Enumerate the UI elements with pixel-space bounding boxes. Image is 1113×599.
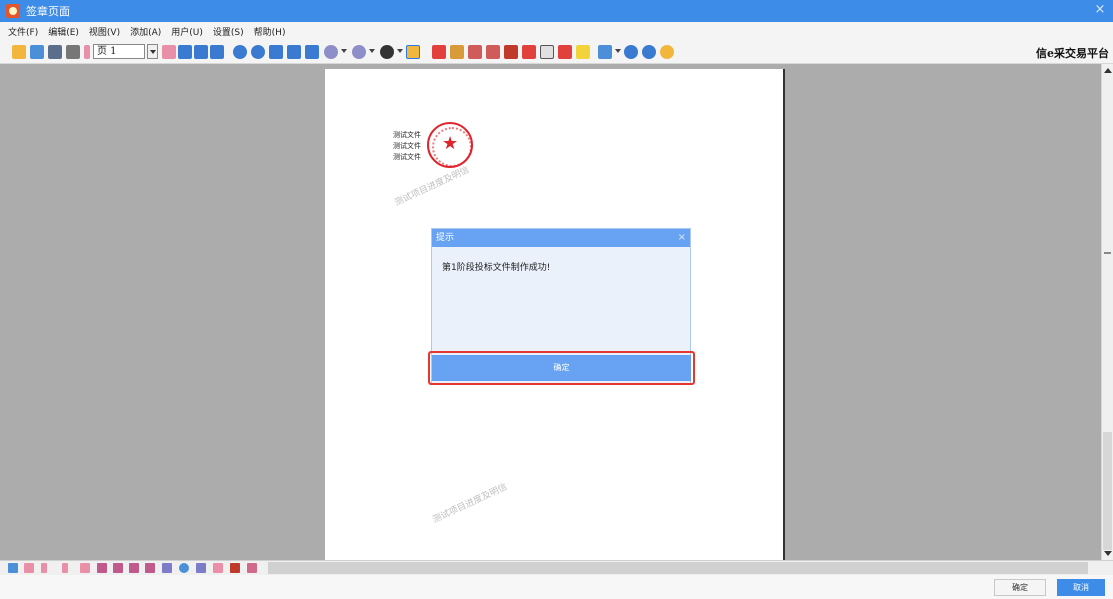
stop-icon[interactable]	[642, 45, 656, 59]
scroll-grip	[1104, 252, 1111, 254]
dialog-message: 第1阶段投标文件制作成功!	[442, 263, 551, 273]
star-icon: ★	[442, 133, 459, 154]
fit-width-icon[interactable]	[287, 45, 301, 59]
nav-home-icon[interactable]	[8, 563, 18, 573]
menu-help[interactable]: 帮助(H)	[254, 25, 286, 38]
page-navigation-bar	[0, 560, 1113, 575]
draw-icon[interactable]	[558, 45, 572, 59]
chevron-down-icon[interactable]	[615, 49, 621, 53]
insert-page-icon[interactable]	[97, 563, 107, 573]
fit-height-icon[interactable]	[305, 45, 319, 59]
menu-lines-icon[interactable]	[598, 45, 612, 59]
window-close-icon[interactable]: ×	[1093, 3, 1107, 17]
info-icon[interactable]	[660, 45, 674, 59]
menu-user[interactable]: 用户(U)	[171, 25, 203, 38]
last-page-icon[interactable]	[80, 563, 90, 573]
watermark: 测试项目进度及明信	[393, 165, 471, 209]
watermark: 测试项目进度及明信	[431, 482, 509, 526]
first-page-icon[interactable]	[24, 563, 34, 573]
scroll-thumb[interactable]	[1103, 432, 1112, 550]
red-seal-stamp: ★	[427, 122, 473, 168]
continuous-page-icon[interactable]	[210, 45, 224, 59]
delete-page-icon[interactable]	[113, 563, 123, 573]
table-icon[interactable]	[196, 563, 206, 573]
hand-sign-icon[interactable]	[504, 45, 518, 59]
toolbar: 页 1	[0, 40, 1113, 64]
scroll-up-icon[interactable]	[1104, 68, 1112, 73]
zoom-in-icon[interactable]	[233, 45, 247, 59]
zoom-out-icon[interactable]	[251, 45, 265, 59]
image-icon[interactable]	[540, 45, 554, 59]
menu-add[interactable]: 添加(A)	[130, 25, 161, 38]
dialog-title: 提示	[436, 233, 455, 243]
page-number-input[interactable]: 页 1	[93, 44, 145, 59]
cancel-button[interactable]: 取消	[1057, 579, 1105, 596]
copy-page-icon[interactable]	[129, 563, 139, 573]
text-icon[interactable]	[247, 563, 257, 573]
single-page-icon[interactable]	[194, 45, 208, 59]
chevron-down-icon[interactable]	[369, 49, 375, 53]
horizontal-scrollbar[interactable]	[268, 562, 1088, 574]
footer-bar: 确定 取消	[0, 575, 1113, 599]
stamp-icon[interactable]	[230, 563, 240, 573]
next-page-icon[interactable]	[162, 45, 176, 59]
document-line: 测试文件	[393, 142, 421, 150]
signature-window: 签章页面 × 文件(F) 编辑(E) 视图(V) 添加(A) 用户(U) 设置(…	[0, 0, 1113, 599]
prev-page-icon[interactable]	[41, 563, 47, 573]
rotate-left-icon[interactable]	[324, 45, 338, 59]
cross-page-seal-icon[interactable]	[486, 45, 500, 59]
app-icon	[6, 4, 20, 18]
page-dropdown-button[interactable]	[147, 44, 158, 59]
actual-size-icon[interactable]	[269, 45, 283, 59]
grid-icon[interactable]	[162, 563, 172, 573]
title-bar: 签章页面 ×	[0, 0, 1113, 22]
dialog-header: 提示 ×	[432, 229, 690, 247]
move-page-icon[interactable]	[145, 563, 155, 573]
menu-bar: 文件(F) 编辑(E) 视图(V) 添加(A) 用户(U) 设置(S) 帮助(H…	[0, 22, 1113, 40]
vertical-scrollbar[interactable]	[1101, 64, 1113, 560]
menu-view[interactable]: 视图(V)	[89, 25, 120, 38]
menu-file[interactable]: 文件(F)	[8, 25, 38, 38]
prev-page-icon[interactable]	[84, 45, 90, 59]
search-icon[interactable]	[179, 563, 189, 573]
stamp-icon[interactable]	[450, 45, 464, 59]
dialog-ok-button[interactable]: 确定	[432, 355, 691, 381]
rotate-right-icon[interactable]	[352, 45, 366, 59]
scroll-down-icon[interactable]	[1104, 551, 1112, 556]
fit-page-icon[interactable]	[178, 45, 192, 59]
next-page-icon[interactable]	[62, 563, 68, 573]
pen-icon[interactable]	[213, 563, 223, 573]
seal-page-icon[interactable]	[468, 45, 482, 59]
refresh-icon[interactable]	[380, 45, 394, 59]
menu-edit[interactable]: 编辑(E)	[48, 25, 79, 38]
brand-label: 信e采交易平台	[1036, 47, 1109, 60]
sign-pen-icon[interactable]	[432, 45, 446, 59]
document-line: 测试文件	[393, 153, 421, 161]
menu-settings[interactable]: 设置(S)	[213, 25, 244, 38]
red-seal-icon[interactable]	[522, 45, 536, 59]
find-icon[interactable]	[66, 45, 80, 59]
close-icon[interactable]: ×	[678, 229, 686, 247]
print-icon[interactable]	[48, 45, 62, 59]
window-title: 签章页面	[26, 5, 70, 18]
document-line: 测试文件	[393, 131, 421, 139]
save-icon[interactable]	[30, 45, 44, 59]
open-folder-icon[interactable]	[12, 45, 26, 59]
chevron-down-icon[interactable]	[397, 49, 403, 53]
circle-icon[interactable]	[624, 45, 638, 59]
confirm-button[interactable]: 确定	[994, 579, 1046, 596]
note-icon[interactable]	[576, 45, 590, 59]
hand-tool-icon[interactable]	[406, 45, 420, 59]
chevron-down-icon[interactable]	[341, 49, 347, 53]
